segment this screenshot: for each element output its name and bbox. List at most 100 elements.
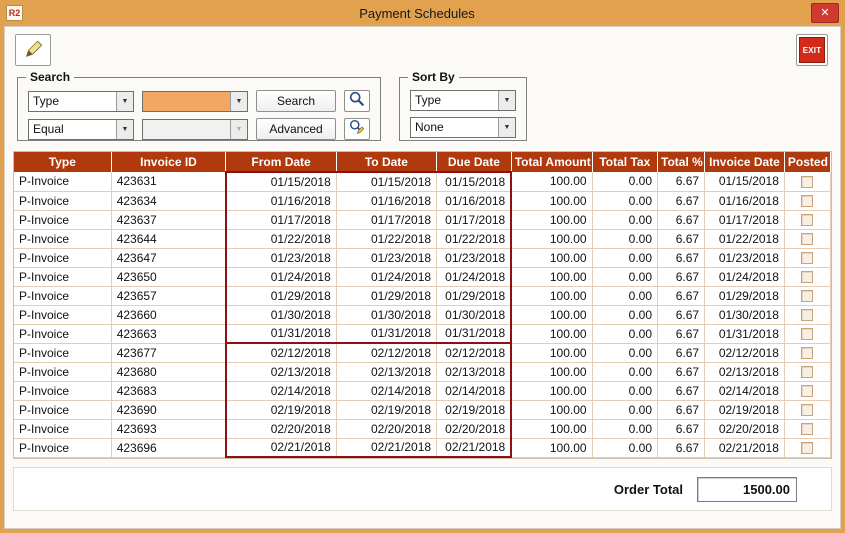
cell-to: 02/21/2018 bbox=[336, 438, 438, 458]
cell-type: P-Invoice bbox=[14, 362, 112, 382]
cell-invoice_id: 423677 bbox=[111, 343, 227, 363]
table-row[interactable]: P-Invoice 423683 02/14/2018 02/14/2018 02/14… bbox=[14, 381, 832, 401]
cell-pct: 6.67 bbox=[657, 324, 706, 344]
search-icon-button[interactable] bbox=[344, 90, 370, 112]
cell-posted bbox=[784, 343, 832, 363]
filter-area: Search Type ▼ ▼ Search Equal ▼ ▼ Advance… bbox=[5, 70, 840, 141]
column-header-type[interactable]: Type bbox=[14, 152, 112, 172]
table-row[interactable]: P-Invoice 423634 01/16/2018 01/16/2018 01/16… bbox=[14, 191, 832, 211]
cell-amount: 100.00 bbox=[511, 324, 593, 344]
chevron-down-icon[interactable]: ▼ bbox=[230, 91, 247, 111]
sortby-groupbox: Sort By Type ▼ None ▼ bbox=[399, 70, 527, 141]
chevron-down-icon[interactable]: ▼ bbox=[116, 119, 133, 139]
posted-checkbox[interactable] bbox=[801, 366, 814, 379]
table-row[interactable]: P-Invoice 423693 02/20/2018 02/20/2018 02/20… bbox=[14, 419, 832, 439]
exit-button[interactable]: EXIT bbox=[796, 34, 828, 66]
footer-panel: Order Total 1500.00 bbox=[13, 467, 832, 511]
toolbar: EXIT bbox=[5, 27, 840, 73]
column-header-due[interactable]: Due Date bbox=[436, 152, 512, 172]
cell-invoice_date: 01/29/2018 bbox=[704, 286, 785, 306]
table-row[interactable]: P-Invoice 423644 01/22/2018 01/22/2018 01/22… bbox=[14, 229, 832, 249]
table-row[interactable]: P-Invoice 423637 01/17/2018 01/17/2018 01/17… bbox=[14, 210, 832, 230]
table-row[interactable]: P-Invoice 423690 02/19/2018 02/19/2018 02/19… bbox=[14, 400, 832, 420]
cell-invoice_date: 02/21/2018 bbox=[704, 438, 785, 458]
column-header-from[interactable]: From Date bbox=[225, 152, 337, 172]
column-header-posted[interactable]: Posted bbox=[784, 152, 832, 172]
cell-from: 01/15/2018 bbox=[224, 171, 337, 192]
search-field-dropdown[interactable]: Type ▼ bbox=[28, 90, 134, 112]
cell-amount: 100.00 bbox=[511, 381, 593, 401]
posted-checkbox[interactable] bbox=[801, 423, 814, 436]
edit-button[interactable] bbox=[15, 34, 51, 66]
posted-checkbox[interactable] bbox=[801, 347, 814, 360]
cell-from: 02/12/2018 bbox=[224, 342, 337, 363]
table-row[interactable]: P-Invoice 423660 01/30/2018 01/30/2018 01/30… bbox=[14, 305, 832, 325]
posted-checkbox[interactable] bbox=[801, 385, 814, 398]
advanced-button[interactable]: Advanced bbox=[256, 118, 336, 140]
table-row[interactable]: P-Invoice 423663 01/31/2018 01/31/2018 01/31… bbox=[14, 324, 832, 344]
cell-invoice_date: 01/31/2018 bbox=[704, 324, 785, 344]
table-row[interactable]: P-Invoice 423696 02/21/2018 02/21/2018 02/21… bbox=[14, 438, 832, 458]
cell-type: P-Invoice bbox=[14, 419, 112, 439]
posted-checkbox[interactable] bbox=[801, 404, 814, 417]
cell-invoice_date: 02/20/2018 bbox=[704, 419, 785, 439]
search-field-value: Type bbox=[33, 93, 60, 108]
advanced-search-icon-button[interactable] bbox=[344, 118, 370, 140]
posted-checkbox[interactable] bbox=[801, 214, 814, 227]
cell-posted bbox=[784, 362, 832, 382]
table-row[interactable]: P-Invoice 423650 01/24/2018 01/24/2018 01/24… bbox=[14, 267, 832, 287]
pencil-icon bbox=[22, 37, 44, 64]
search-value2-dropdown[interactable]: ▼ bbox=[142, 118, 248, 140]
cell-to: 01/24/2018 bbox=[336, 267, 438, 287]
posted-checkbox[interactable] bbox=[801, 328, 814, 341]
payment-schedules-window: R2 Payment Schedules ✕ EXIT Search Type … bbox=[0, 0, 845, 533]
posted-checkbox[interactable] bbox=[801, 309, 814, 322]
cell-invoice_date: 01/17/2018 bbox=[704, 210, 785, 230]
posted-checkbox[interactable] bbox=[801, 442, 814, 455]
cell-to: 02/14/2018 bbox=[336, 381, 438, 401]
chevron-down-icon[interactable]: ▼ bbox=[498, 91, 515, 110]
posted-checkbox[interactable] bbox=[801, 252, 814, 265]
table-row[interactable]: P-Invoice 423657 01/29/2018 01/29/2018 01/29… bbox=[14, 286, 832, 306]
exit-icon: EXIT bbox=[799, 37, 825, 63]
cell-invoice_id: 423631 bbox=[111, 172, 227, 192]
table-row[interactable]: P-Invoice 423677 02/12/2018 02/12/2018 02/12… bbox=[14, 342, 832, 363]
column-header-amount[interactable]: Total Amount bbox=[511, 152, 593, 172]
table-row[interactable]: P-Invoice 423680 02/13/2018 02/13/2018 02/13… bbox=[14, 362, 832, 382]
posted-checkbox[interactable] bbox=[801, 176, 814, 189]
cell-posted bbox=[784, 381, 832, 401]
cell-to: 02/19/2018 bbox=[336, 400, 438, 420]
search-button[interactable]: Search bbox=[256, 90, 336, 112]
cell-invoice_id: 423680 bbox=[111, 362, 227, 382]
table-row[interactable]: P-Invoice 423647 01/23/2018 01/23/2018 01/23… bbox=[14, 248, 832, 268]
column-header-invoice_id[interactable]: Invoice ID bbox=[111, 152, 227, 172]
cell-amount: 100.00 bbox=[511, 191, 593, 211]
posted-checkbox[interactable] bbox=[801, 271, 814, 284]
cell-amount: 100.00 bbox=[511, 419, 593, 439]
cell-pct: 6.67 bbox=[657, 248, 706, 268]
chevron-down-icon[interactable]: ▼ bbox=[116, 91, 133, 111]
column-header-pct[interactable]: Total % bbox=[657, 152, 706, 172]
sort-primary-dropdown[interactable]: Type ▼ bbox=[410, 90, 516, 111]
close-button[interactable]: ✕ bbox=[811, 3, 839, 23]
table-row[interactable]: P-Invoice 423631 01/15/2018 01/15/2018 01/15… bbox=[14, 171, 832, 192]
column-header-to[interactable]: To Date bbox=[336, 152, 438, 172]
cell-invoice_id: 423696 bbox=[111, 438, 227, 458]
cell-from: 01/23/2018 bbox=[224, 248, 337, 268]
cell-pct: 6.67 bbox=[657, 229, 706, 249]
search-operator-dropdown[interactable]: Equal ▼ bbox=[28, 118, 134, 140]
posted-checkbox[interactable] bbox=[801, 195, 814, 208]
search-value-dropdown[interactable]: ▼ bbox=[142, 90, 248, 112]
posted-checkbox[interactable] bbox=[801, 290, 814, 303]
column-header-tax[interactable]: Total Tax bbox=[592, 152, 659, 172]
posted-checkbox[interactable] bbox=[801, 233, 814, 246]
cell-invoice_id: 423683 bbox=[111, 381, 227, 401]
sort-secondary-dropdown[interactable]: None ▼ bbox=[410, 117, 516, 138]
cell-from: 01/24/2018 bbox=[224, 267, 337, 287]
chevron-down-icon[interactable]: ▼ bbox=[498, 118, 515, 137]
order-total-label: Order Total bbox=[613, 481, 683, 497]
column-header-invoice_date[interactable]: Invoice Date bbox=[704, 152, 785, 172]
search-value-text bbox=[143, 91, 230, 111]
cell-tax: 0.00 bbox=[592, 267, 659, 287]
cell-invoice_id: 423663 bbox=[111, 324, 227, 344]
